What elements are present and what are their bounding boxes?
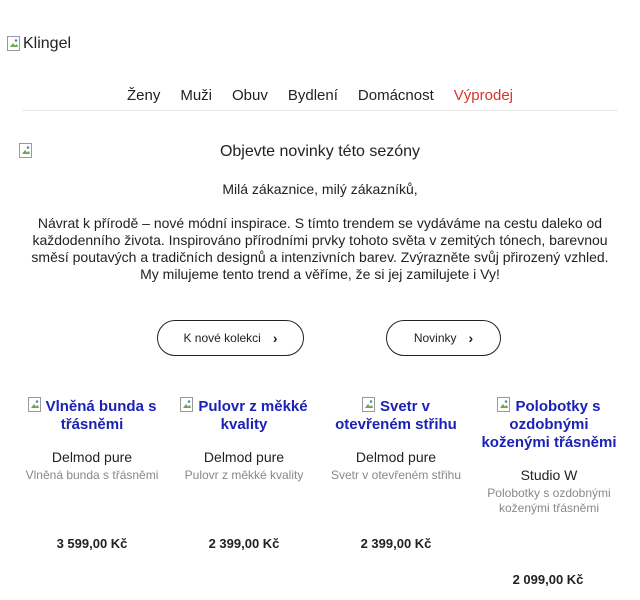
chevron-right-icon: › [272, 330, 278, 346]
product-brand: Delmod pure [203, 449, 285, 465]
nav-divider [22, 110, 618, 111]
product-card: Pulovr z měkké kvality Delmod pure Pulov… [170, 397, 318, 483]
product-title-link[interactable]: Polobotky s ozdobnými koženými třásněmi [474, 397, 624, 452]
intro-paragraph: Návrat k přírodě – nové módní inspirace.… [31, 215, 609, 282]
product-title: Svetr v otevřeném střihu [335, 398, 457, 433]
product-title-link[interactable]: Vlněná bunda s třásněmi [18, 397, 166, 434]
chevron-right-icon: › [468, 330, 474, 346]
broken-image-icon [27, 397, 42, 413]
broken-image-icon [180, 397, 194, 413]
nav-item-bydleni[interactable]: Bydlení [288, 87, 338, 104]
product-subtitle: Vlněná bunda s třásněmi [25, 468, 159, 482]
nav-item-muzi[interactable]: Muži [180, 87, 212, 104]
product-title: Vlněná bunda s třásněmi [45, 398, 157, 433]
product-brand: Studio W [520, 467, 578, 483]
product-card: Svetr v otevřeném střihu Delmod pure Sve… [322, 397, 470, 483]
broken-image-icon [7, 36, 21, 52]
product-title-link[interactable]: Pulovr z měkké kvality [170, 397, 318, 434]
product-price: 2 099,00 Kč [512, 572, 584, 587]
new-collection-label: K nové kolekci [183, 331, 261, 345]
logo-alt-text: Klingel [23, 35, 72, 52]
nav-item-vyprodej[interactable]: Výprodej [454, 87, 513, 104]
product-price: 2 399,00 Kč [360, 536, 432, 551]
product-title: Pulovr z měkké kvality [198, 398, 308, 433]
nav-item-domacnost[interactable]: Domácnost [358, 87, 434, 104]
novinky-button[interactable]: Novinky › [386, 320, 501, 356]
product-subtitle: Pulovr z měkké kvality [184, 468, 304, 482]
product-subtitle: Polobotky s ozdobnými koženými třásněmi [487, 486, 611, 515]
main-nav: Ženy Muži Obuv Bydlení Domácnost Výprode… [0, 87, 640, 104]
new-collection-button[interactable]: K nové kolekci › [157, 320, 304, 356]
greeting-text: Milá zákaznice, milý zákazníků, [222, 181, 418, 197]
product-title-link[interactable]: Svetr v otevřeném střihu [322, 397, 470, 434]
nav-item-obuv[interactable]: Obuv [232, 87, 268, 104]
broken-image-icon [497, 397, 511, 413]
product-card: Vlněná bunda s třásněmi Delmod pure Vlně… [18, 397, 166, 483]
nav-item-zeny[interactable]: Ženy [127, 87, 160, 104]
product-price: 3 599,00 Kč [56, 536, 128, 551]
hero-title: Objevte novinky této sezóny [219, 143, 421, 160]
product-subtitle: Svetr v otevřeném střihu [330, 468, 462, 482]
product-card: Polobotky s ozdobnými koženými třásněmi … [474, 397, 624, 516]
product-brand: Delmod pure [355, 449, 437, 465]
product-brand: Delmod pure [51, 449, 133, 465]
klingel-logo[interactable]: Klingel [7, 35, 71, 53]
broken-image-icon [361, 397, 376, 413]
product-price: 2 399,00 Kč [208, 536, 280, 551]
novinky-label: Novinky [413, 331, 457, 345]
